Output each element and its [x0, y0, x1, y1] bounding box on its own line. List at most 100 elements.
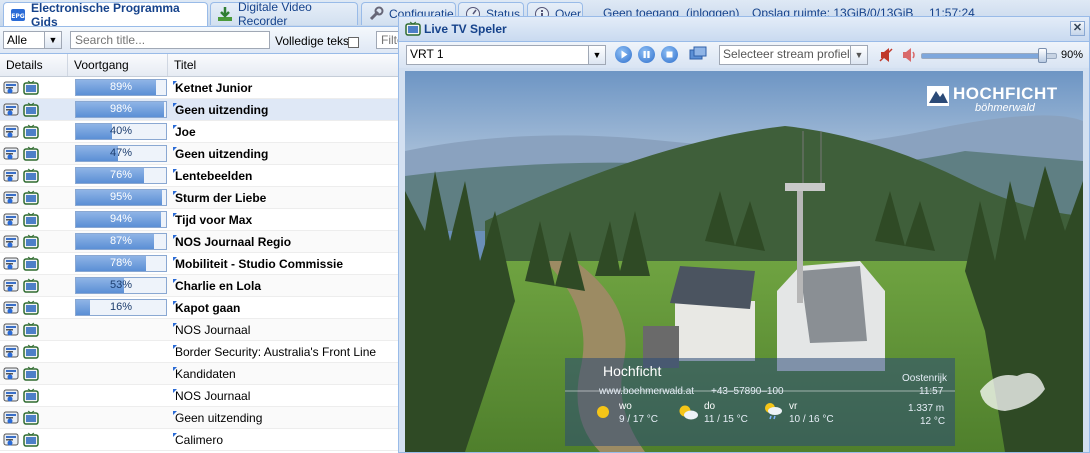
tv-icon[interactable] — [23, 124, 39, 139]
program-title[interactable]: Joe — [173, 121, 196, 143]
tv-icon[interactable] — [23, 168, 39, 183]
program-title[interactable]: Border Security: Australia's Front Line — [172, 341, 376, 363]
chevron-down-icon[interactable]: ▼ — [850, 46, 867, 64]
stream-profile-select[interactable]: Selecteer stream profiel ▼ — [719, 45, 868, 65]
tv-icon[interactable] — [23, 278, 39, 293]
mute-icon[interactable] — [879, 47, 893, 66]
info-broadcast-icon[interactable] — [3, 366, 19, 381]
info-broadcast-icon[interactable] — [3, 410, 19, 425]
pause-icon[interactable] — [638, 46, 655, 63]
table-row[interactable]: 53% Charlie en Lola — [0, 275, 400, 297]
search-input[interactable] — [70, 31, 270, 49]
tab-epg[interactable]: EPG Electronische Programma Gids — [3, 0, 208, 29]
player-title-bar[interactable]: Live TV Speler ✕ — [399, 17, 1089, 42]
program-title[interactable]: Lentebeelden — [172, 165, 252, 187]
info-broadcast-icon[interactable] — [3, 190, 19, 205]
tv-icon[interactable] — [23, 80, 39, 95]
table-row[interactable]: Kandidaten — [0, 363, 400, 385]
program-title[interactable]: Ketnet Junior — [172, 77, 252, 99]
program-title[interactable]: Sturm der Liebe — [172, 187, 266, 209]
info-broadcast-icon[interactable] — [3, 344, 19, 359]
tv-icon[interactable] — [23, 300, 39, 315]
fullscreen-icon[interactable] — [689, 46, 707, 66]
row-detail-icons — [3, 102, 39, 117]
volume-icon[interactable] — [901, 47, 917, 66]
table-row[interactable]: 87% NOS Journaal Regio — [0, 231, 400, 253]
epg-rows: 89% Ketnet Junior 98% Geen uitzending 40% Joe… — [0, 77, 400, 451]
chevron-down-icon[interactable]: ▼ — [44, 32, 61, 48]
close-icon[interactable]: ✕ — [1070, 21, 1085, 36]
table-row[interactable]: Border Security: Australia's Front Line — [0, 341, 400, 363]
tv-icon[interactable] — [23, 190, 39, 205]
table-row[interactable]: 78% Mobiliteit - Studio Commissie — [0, 253, 400, 275]
logo-mountain-icon — [927, 86, 949, 109]
stop-icon[interactable] — [661, 46, 678, 63]
table-row[interactable]: 98% Geen uitzending — [0, 99, 400, 121]
channel-tag-filter[interactable]: Alle ▼ — [3, 31, 62, 49]
table-row[interactable]: Calimero — [0, 429, 400, 451]
info-broadcast-icon[interactable] — [3, 102, 19, 117]
tv-icon[interactable] — [23, 212, 39, 227]
program-title[interactable]: Kandidaten — [173, 363, 236, 385]
info-broadcast-icon[interactable] — [3, 322, 19, 337]
info-broadcast-icon[interactable] — [3, 432, 19, 447]
chevron-down-icon[interactable]: ▼ — [588, 46, 605, 64]
info-broadcast-icon[interactable] — [3, 80, 19, 95]
program-title[interactable]: Calimero — [172, 429, 223, 451]
video-frame[interactable]: HOCHFICHT böhmerwald Hochficht www.boehm… — [405, 71, 1083, 452]
table-row[interactable]: 16% Kapot gaan — [0, 297, 400, 319]
channel-logo-subtext: böhmerwald — [975, 102, 1035, 114]
channel-select[interactable]: VRT 1 ▼ — [406, 45, 606, 65]
tv-icon[interactable] — [23, 388, 39, 403]
tv-icon[interactable] — [23, 432, 39, 447]
table-row[interactable]: 47% Geen uitzending — [0, 143, 400, 165]
table-row[interactable]: NOS Journaal — [0, 319, 400, 341]
program-title[interactable]: NOS Journaal Regio — [172, 231, 291, 253]
forecast-day-2: do — [704, 401, 716, 412]
program-title[interactable]: Tijd voor Max — [172, 209, 252, 231]
column-header-progress[interactable]: Voortgang — [68, 54, 168, 76]
info-broadcast-icon[interactable] — [3, 146, 19, 161]
info-broadcast-icon[interactable] — [3, 256, 19, 271]
tv-icon[interactable] — [23, 102, 39, 117]
epg-panel: Alle ▼ Volledige tekst Details Voortgang… — [0, 27, 416, 453]
play-icon[interactable] — [615, 46, 632, 63]
program-title[interactable]: Geen uitzending — [172, 143, 268, 165]
program-title[interactable]: Geen uitzending — [172, 407, 262, 429]
info-broadcast-icon[interactable] — [3, 388, 19, 403]
tv-icon[interactable] — [23, 234, 39, 249]
table-row[interactable]: 40% Joe — [0, 121, 400, 143]
fulltext-checkbox[interactable] — [348, 37, 359, 48]
tv-icon[interactable] — [23, 146, 39, 161]
info-broadcast-icon[interactable] — [3, 168, 19, 183]
program-title[interactable]: NOS Journaal — [172, 319, 250, 341]
tab-dvr[interactable]: Digitale Video Recorder — [210, 0, 358, 28]
info-broadcast-icon[interactable] — [3, 300, 19, 315]
info-broadcast-icon[interactable] — [3, 212, 19, 227]
program-title[interactable]: Kapot gaan — [172, 297, 240, 319]
tv-icon[interactable] — [23, 256, 39, 271]
info-broadcast-icon[interactable] — [3, 234, 19, 249]
sun-cloud-icon — [677, 404, 699, 423]
tv-icon[interactable] — [23, 322, 39, 337]
column-header-details[interactable]: Details — [0, 54, 68, 76]
program-title[interactable]: NOS Journaal — [172, 385, 250, 407]
table-row[interactable]: Geen uitzending — [0, 407, 400, 429]
info-broadcast-icon[interactable] — [3, 278, 19, 293]
program-title[interactable]: Mobiliteit - Studio Commissie — [172, 253, 343, 275]
volume-slider-handle[interactable] — [1037, 48, 1047, 63]
tv-icon[interactable] — [23, 410, 39, 425]
tab-epg-label: Electronische Programma Gids — [31, 0, 180, 29]
tv-icon[interactable] — [23, 344, 39, 359]
table-row[interactable]: NOS Journaal — [0, 385, 400, 407]
table-row[interactable]: 76% Lentebeelden — [0, 165, 400, 187]
program-title[interactable]: Geen uitzending — [172, 99, 268, 121]
volume-slider[interactable] — [921, 48, 1057, 63]
tv-icon[interactable] — [23, 366, 39, 381]
info-broadcast-icon[interactable] — [3, 124, 19, 139]
table-row[interactable]: 95% Sturm der Liebe — [0, 187, 400, 209]
column-header-title[interactable]: Titel — [168, 54, 400, 76]
table-row[interactable]: 94% Tijd voor Max — [0, 209, 400, 231]
program-title[interactable]: Charlie en Lola — [172, 275, 261, 297]
table-row[interactable]: 89% Ketnet Junior — [0, 77, 400, 99]
